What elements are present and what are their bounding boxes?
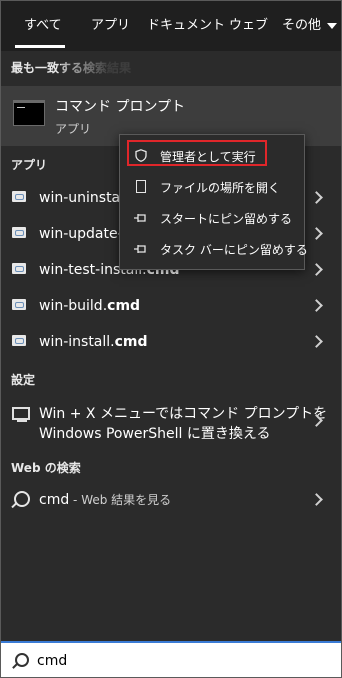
script-file-icon	[12, 191, 26, 202]
menu-item-pin-to-taskbar[interactable]: タスク バーにピン留めする	[120, 237, 308, 261]
settings-section-header: 設定	[11, 373, 36, 387]
search-icon	[15, 653, 29, 667]
chevron-down-icon	[327, 22, 338, 29]
tab-documents[interactable]: ドキュメント	[147, 1, 225, 51]
chevron-right-icon[interactable]	[310, 263, 323, 276]
list-item[interactable]: win-build.cmd	[1, 289, 341, 325]
apps-section-header: アプリ	[11, 158, 48, 172]
header-overlay	[61, 57, 181, 77]
chevron-right-icon[interactable]	[310, 493, 323, 506]
menu-item-label: 管理者として実行	[160, 150, 256, 164]
tab-web-label: ウェブ	[229, 18, 269, 33]
monitor-icon	[12, 407, 30, 422]
menu-item-label: ファイルの場所を開く	[160, 181, 281, 195]
web-search-label: cmd - Web 結果を見る	[39, 492, 172, 508]
list-item[interactable]: win-install.cmd	[1, 325, 341, 361]
tab-apps[interactable]: アプリ	[91, 1, 130, 51]
script-file-icon	[12, 263, 26, 274]
chevron-right-icon[interactable]	[310, 299, 323, 312]
script-file-icon	[12, 335, 26, 346]
chevron-right-icon[interactable]	[310, 335, 323, 348]
shield-icon	[135, 149, 147, 162]
menu-item-open-file-location[interactable]: ファイルの場所を開く	[120, 175, 304, 199]
script-file-icon	[12, 227, 26, 238]
context-menu: 管理者として実行 ファイルの場所を開く スタートにピン留めする タスク バーにピ…	[119, 134, 308, 270]
tab-more[interactable]: その他	[282, 1, 338, 51]
tab-more-label: その他	[282, 18, 322, 33]
menu-item-run-as-admin[interactable]: 管理者として実行	[120, 144, 304, 168]
menu-item-pin-to-start[interactable]: スタートにピン留めする	[120, 206, 304, 230]
settings-item[interactable]: Win + X メニューではコマンド プロンプトを Windows PowerS…	[1, 399, 341, 445]
chevron-right-icon[interactable]	[310, 227, 323, 240]
tab-all[interactable]: すべて	[24, 1, 62, 51]
tab-documents-label: ドキュメント	[147, 18, 226, 33]
list-item-label: win-build.cmd	[39, 298, 141, 314]
search-panel: すべて アプリ ドキュメント ウェブ その他 最も一致する検索結果 コマンド プ…	[0, 0, 342, 678]
pin-icon	[134, 214, 146, 222]
search-icon	[14, 491, 30, 507]
search-bar	[1, 641, 341, 677]
search-input[interactable]	[37, 650, 317, 672]
menu-item-label: タスク バーにピン留めする	[160, 243, 308, 257]
web-search-section-header: Web の検索	[11, 461, 81, 475]
tab-all-label: すべて	[24, 18, 62, 33]
tab-apps-label: アプリ	[91, 18, 131, 33]
list-item-label: win-install.cmd	[39, 334, 148, 350]
file-location-icon	[136, 180, 146, 193]
pin-icon	[134, 245, 146, 253]
filter-tabs: すべて アプリ ドキュメント ウェブ その他	[1, 1, 341, 51]
settings-item-line2: Windows PowerShell に置き換える	[39, 426, 271, 442]
active-tab-indicator	[15, 45, 65, 48]
command-prompt-icon	[13, 100, 45, 126]
list-item-label: win-uninstal	[39, 190, 125, 206]
settings-item-line1: Win + X メニューではコマンド プロンプトを	[39, 406, 328, 422]
tab-web[interactable]: ウェブ	[229, 1, 268, 51]
menu-item-label: スタートにピン留めする	[160, 212, 293, 226]
best-match-subtitle: アプリ	[55, 122, 92, 136]
best-match-title: コマンド プロンプト	[55, 99, 186, 115]
script-file-icon	[12, 299, 26, 310]
chevron-right-icon[interactable]	[310, 191, 323, 204]
list-item-label: win-update-	[39, 226, 123, 242]
web-search-item[interactable]: cmd - Web 結果を見る	[1, 483, 341, 517]
